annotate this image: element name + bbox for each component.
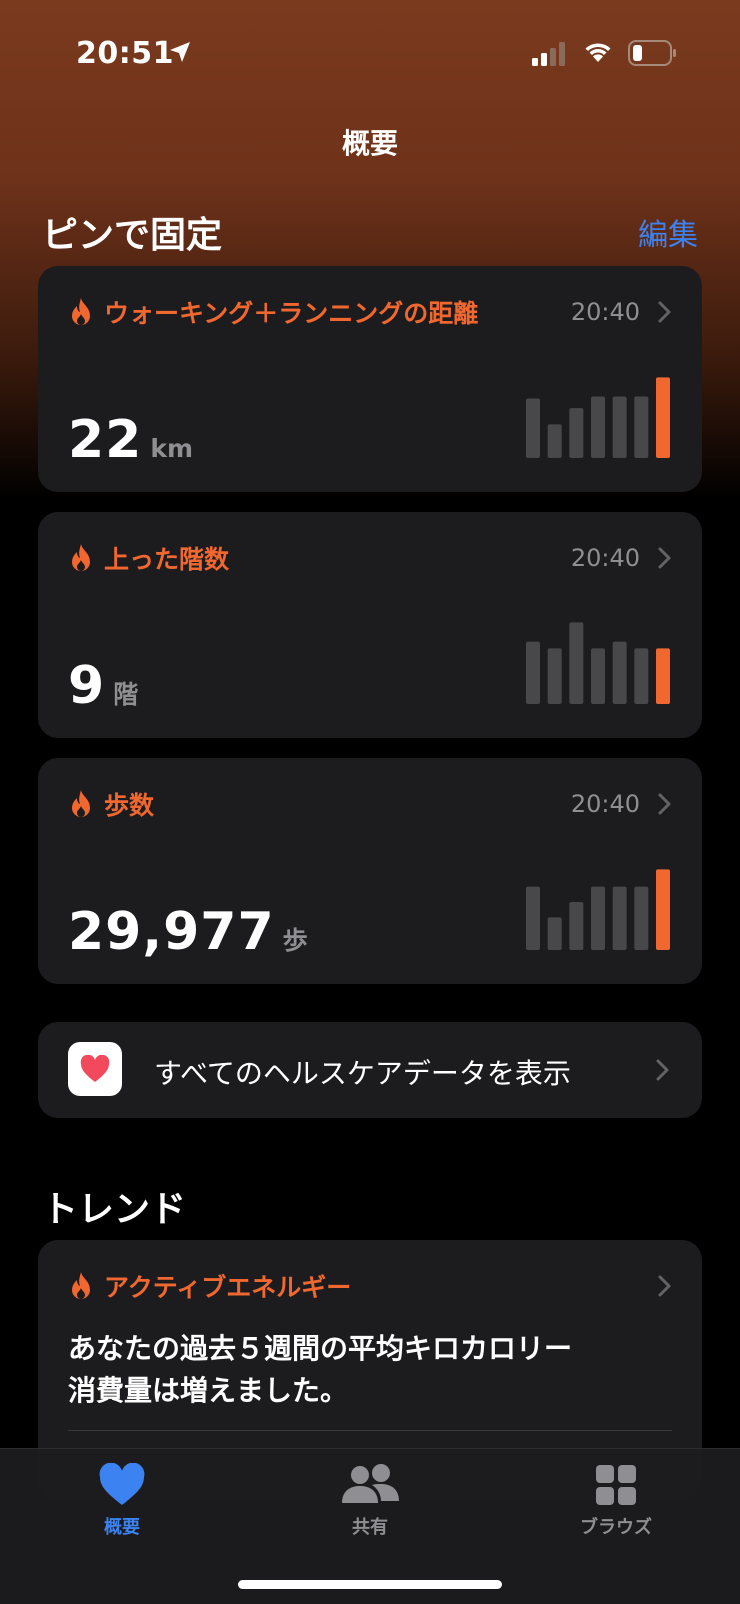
mini-bar-chart: [526, 622, 670, 704]
divider: [68, 1430, 672, 1431]
card-title: 歩数: [104, 791, 155, 820]
card-header: ウォーキング＋ランニングの距離 20:40: [68, 292, 672, 332]
flame-icon: [72, 544, 90, 571]
edit-button[interactable]: 編集: [638, 210, 698, 254]
pinned-section-title: ピンで固定: [42, 215, 223, 256]
bar: [612, 641, 627, 704]
bar: [526, 641, 540, 704]
bar: [656, 377, 670, 458]
chevron-right-icon: [658, 1275, 671, 1297]
metric-value: 29,977: [68, 902, 275, 962]
bar: [591, 648, 605, 704]
card-header: 上った階数 20:40: [68, 538, 672, 578]
bar: [634, 886, 649, 950]
home-indicator: [238, 1580, 502, 1589]
bar: [612, 396, 627, 458]
trend-text-line: あなたの過去５週間の平均キロカロリー: [68, 1332, 573, 1365]
heart-icon: [99, 1463, 145, 1505]
mini-bar-chart: [526, 869, 670, 950]
bar: [612, 886, 627, 950]
battery-icon: [628, 40, 676, 66]
chevron-right-icon: [658, 547, 671, 569]
cellular-signal-icon: [532, 42, 565, 66]
flame-icon: [72, 790, 90, 817]
location-arrow-icon: [170, 42, 190, 62]
page-title: 概要: [341, 127, 398, 160]
card-title: ウォーキング＋ランニングの距離: [104, 299, 479, 328]
steps-card[interactable]: 歩数 20:40 29,977 歩: [38, 758, 702, 984]
tab-label: 共有: [352, 1517, 388, 1538]
card-header: 歩数 20:40: [68, 784, 672, 824]
distance-card[interactable]: ウォーキング＋ランニングの距離 20:40 22 km: [38, 266, 702, 492]
status-bar: 20:51: [0, 0, 740, 108]
trends-section-title: トレンド: [42, 1189, 187, 1230]
metric-value: 9: [68, 656, 106, 716]
metric-unit: 歩: [282, 926, 308, 955]
bar: [634, 648, 649, 704]
health-app-icon: [68, 1042, 122, 1096]
trend-description: あなたの過去５週間の平均キロカロリー 消費量は増えました。: [68, 1328, 668, 1412]
metric: 29,977 歩: [68, 902, 308, 962]
chevron-right-icon: [658, 793, 671, 815]
card-time: 20:40: [570, 298, 640, 326]
heart-icon: [80, 1055, 110, 1082]
metric: 22 km: [68, 410, 193, 470]
wifi-icon: [585, 43, 611, 62]
mini-bar-chart: [526, 377, 670, 458]
chevron-right-icon: [656, 1059, 669, 1081]
bar: [591, 886, 605, 950]
bar: [547, 648, 562, 704]
card-time: 20:40: [570, 790, 640, 818]
bar: [656, 869, 670, 950]
metric-value: 22: [68, 410, 143, 470]
flame-icon: [72, 298, 90, 325]
tab-summary[interactable]: 概要: [52, 1463, 192, 1539]
card-title: アクティブエネルギー: [104, 1273, 352, 1302]
tab-sharing[interactable]: 共有: [300, 1463, 440, 1539]
people-icon: [342, 1464, 399, 1503]
grid-icon: [596, 1465, 636, 1505]
tab-label: ブラウズ: [580, 1517, 652, 1538]
bar: [526, 398, 540, 458]
show-all-health-data-button[interactable]: すべてのヘルスケアデータを表示: [38, 1022, 702, 1118]
status-time: 20:51: [76, 36, 174, 71]
card-header: アクティブエネルギー: [68, 1266, 672, 1306]
health-summary-screen: 20:51 概要 ピンで固定 編集 ウォーキング＋ランニングの距離 20:40: [0, 0, 740, 1604]
chevron-right-icon: [658, 301, 671, 323]
card-time: 20:40: [570, 544, 640, 572]
metric-unit: 階: [113, 680, 139, 709]
bar: [526, 886, 540, 950]
bar: [591, 396, 605, 458]
bar: [547, 424, 562, 458]
show-all-label: すべてのヘルスケアデータを表示: [154, 1057, 571, 1090]
tab-browse[interactable]: ブラウズ: [546, 1463, 686, 1539]
bar: [569, 622, 584, 704]
bar: [569, 902, 584, 950]
trend-text-line: 消費量は増えました。: [68, 1374, 349, 1407]
card-title: 上った階数: [104, 545, 230, 574]
bar: [547, 917, 562, 950]
metric: 9 階: [68, 656, 138, 716]
metric-unit: km: [150, 434, 194, 463]
tab-label: 概要: [104, 1517, 140, 1538]
bar: [569, 408, 584, 458]
bar: [634, 396, 649, 458]
floors-card[interactable]: 上った階数 20:40 9 階: [38, 512, 702, 738]
flame-icon: [72, 1272, 90, 1299]
bar: [656, 648, 670, 704]
